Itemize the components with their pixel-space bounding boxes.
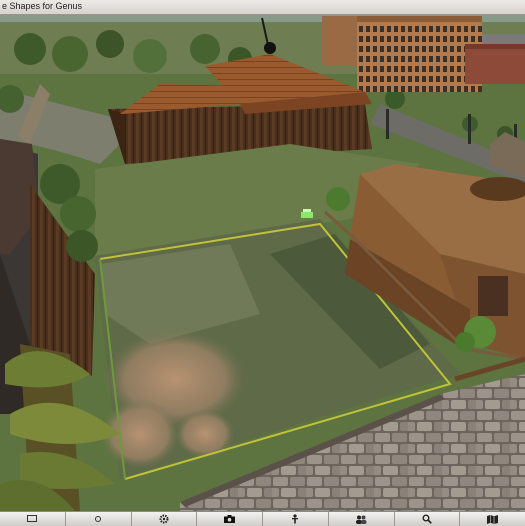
window-title: e Shapes for Genus [2,1,83,11]
camera-icon [224,515,236,523]
search-button[interactable] [395,512,461,526]
map-button[interactable] [460,512,525,526]
snapshot-button[interactable] [197,512,263,526]
people-button[interactable] [329,512,395,526]
person-icon [292,514,299,524]
speak-button[interactable] [66,512,132,526]
search-icon [422,514,432,524]
speak-icon [95,516,102,522]
bottom-toolbar [0,511,525,526]
gear-icon [159,514,169,524]
window-titlebar: e Shapes for Genus [0,0,525,15]
chat-icon [27,515,38,522]
3d-world-viewport[interactable] [0,14,525,511]
people-icon [356,515,367,524]
preferences-button[interactable] [132,512,198,526]
avatar-button[interactable] [263,512,329,526]
map-icon [487,514,499,524]
chat-button[interactable] [0,512,66,526]
